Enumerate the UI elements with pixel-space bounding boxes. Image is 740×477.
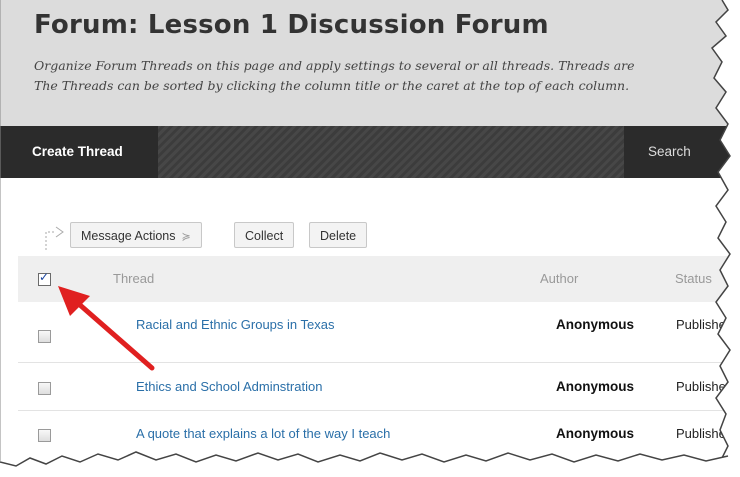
message-actions-label: Message Actions (81, 229, 176, 243)
row-divider (18, 410, 740, 411)
row-checkbox[interactable] (38, 330, 51, 343)
column-header-status[interactable]: Status (675, 271, 712, 286)
page-description: Organize Forum Threads on this page and … (34, 56, 734, 96)
description-line-2: The Threads can be sorted by clicking th… (34, 78, 630, 93)
column-header-author[interactable]: Author (540, 271, 578, 286)
status-text: Published (676, 426, 734, 441)
collect-button[interactable]: Collect (234, 222, 295, 248)
create-thread-button[interactable]: Create Thread (18, 126, 158, 178)
annotation-arrow (58, 286, 155, 371)
delete-button[interactable]: Delete (309, 222, 368, 248)
status-text: Published (676, 379, 734, 394)
message-actions-button[interactable]: Message Actions ≽ (70, 222, 202, 248)
chevron-down-icon: ≽ (181, 230, 191, 243)
row-checkbox[interactable] (38, 382, 51, 395)
author-name: Anonymous (556, 379, 635, 394)
thread-link[interactable]: Racial and Ethnic Groups in Texas (136, 317, 334, 332)
select-all-checkbox[interactable] (38, 270, 51, 286)
page-title: Forum: Lesson 1 Discussion Forum (34, 10, 549, 40)
author-name: Anonymous (556, 317, 635, 332)
thread-link[interactable]: A quote that explains a lot of the way I… (136, 426, 390, 441)
thread-link[interactable]: Ethics and School Adminstration (136, 379, 322, 394)
status-text: Published (676, 317, 734, 332)
search-button[interactable]: Search (624, 126, 740, 178)
select-all-arrow-icon (45, 226, 64, 250)
author-name: Anonymous (556, 426, 635, 441)
row-checkbox[interactable] (38, 429, 51, 442)
description-line-1: Organize Forum Threads on this page and … (34, 58, 635, 73)
action-bar-edge (0, 126, 18, 178)
